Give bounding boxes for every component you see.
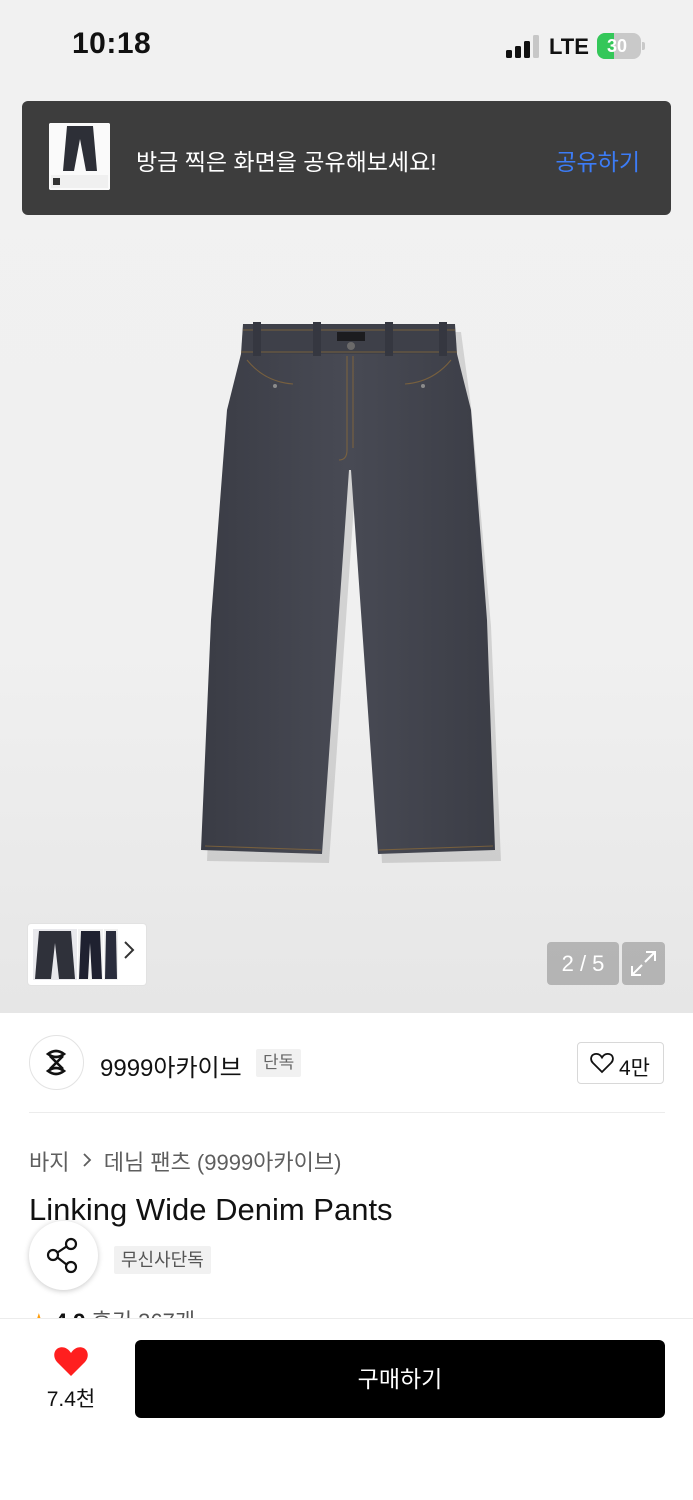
chevron-right-icon bbox=[82, 1148, 92, 1174]
expand-icon[interactable] bbox=[622, 942, 665, 985]
thumbnail-3[interactable] bbox=[104, 929, 118, 980]
wish-count: 7.4천 bbox=[46, 1388, 96, 1411]
exclusive-badge: 단독 bbox=[256, 1049, 302, 1077]
buy-button[interactable]: 구매하기 bbox=[135, 1340, 665, 1418]
share-toast: 방금 찍은 화면을 공유해보세요! 공유하기 bbox=[22, 101, 671, 215]
status-bar: 10:18 LTE 30 bbox=[0, 0, 693, 95]
brand-name[interactable]: 9999아카이브 bbox=[100, 1048, 242, 1083]
screenshot-thumbnail bbox=[49, 123, 110, 190]
image-pager: 2 / 5 bbox=[547, 942, 619, 985]
breadcrumb: 바지 데님 팬츠 (9999아카이브) bbox=[29, 1145, 341, 1177]
thumbnail-2[interactable] bbox=[78, 929, 103, 980]
battery-label: 30 bbox=[606, 36, 628, 56]
battery-icon: 30 bbox=[597, 33, 645, 59]
status-time: 10:18 bbox=[72, 27, 152, 60]
divider bbox=[29, 1112, 665, 1113]
thumbnail-strip[interactable] bbox=[28, 924, 146, 985]
thumbnail-1[interactable] bbox=[33, 929, 77, 980]
product-image-jeans bbox=[201, 322, 501, 863]
network-type: LTE bbox=[549, 34, 589, 59]
tag-musinsa-exclusive: 무신사단독 bbox=[114, 1246, 211, 1274]
chevron-right-icon[interactable] bbox=[123, 940, 135, 966]
breadcrumb-item-category[interactable]: 바지 bbox=[29, 1150, 69, 1175]
share-now-button[interactable]: 공유하기 bbox=[555, 143, 640, 177]
brand-like-button[interactable]: 4만 bbox=[577, 1042, 664, 1084]
share-button[interactable] bbox=[29, 1221, 98, 1290]
share-icon bbox=[46, 1237, 78, 1274]
brand-logo[interactable] bbox=[29, 1035, 84, 1090]
signal-icon bbox=[506, 34, 544, 58]
heart-filled-icon[interactable] bbox=[53, 1346, 89, 1378]
heart-outline-icon bbox=[590, 1052, 614, 1074]
brand-like-count: 4만 bbox=[619, 1057, 650, 1080]
toast-message: 방금 찍은 화면을 공유해보세요! bbox=[136, 149, 437, 175]
breadcrumb-item-subcategory[interactable]: 데님 팬츠 (9999아카이브) bbox=[104, 1150, 342, 1175]
